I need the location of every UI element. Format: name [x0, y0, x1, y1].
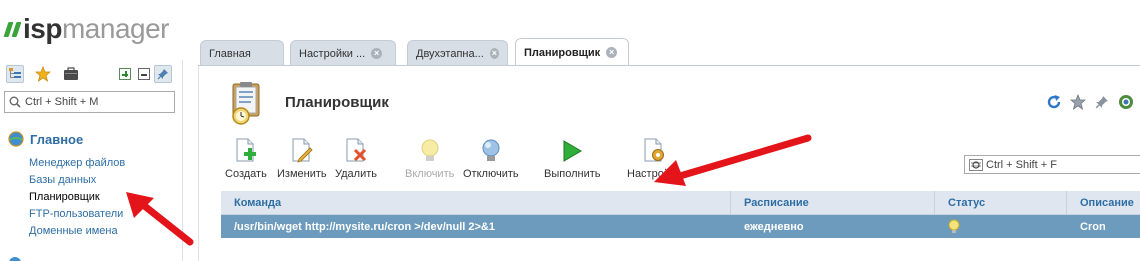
search-icon: [9, 96, 21, 108]
tab-label: Главная: [209, 47, 251, 60]
settings-button[interactable]: Настройки: [627, 138, 681, 180]
cell-command: /usr/bin/wget http://mysite.ru/cron >/de…: [234, 220, 495, 233]
filter-input[interactable]: [986, 158, 1136, 171]
nav-item-databases[interactable]: Базы данных: [29, 172, 125, 189]
nav-item-scheduler[interactable]: Планировщик: [29, 189, 125, 206]
tab-settings[interactable]: Настройки ... ×: [290, 40, 396, 66]
tree-view-icon[interactable]: [6, 65, 24, 83]
close-icon[interactable]: ×: [606, 47, 618, 58]
nav-list: Менеджер файлов Базы данных Планировщик …: [29, 155, 125, 240]
column-header-description[interactable]: Описание: [1067, 191, 1140, 214]
delete-icon: [343, 138, 369, 164]
play-icon: [559, 138, 585, 164]
column-header-status[interactable]: Статус: [935, 191, 1067, 214]
nav-group-label: Главное: [30, 131, 84, 147]
enable-button[interactable]: Включить: [405, 138, 454, 180]
sidebar-search[interactable]: [4, 91, 175, 113]
edit-icon: [289, 138, 315, 164]
disable-button[interactable]: Отключить: [463, 138, 519, 180]
tab-home[interactable]: Главная: [200, 40, 284, 66]
filter-search-icon: [969, 158, 983, 171]
lightbulb-on-icon: [417, 138, 443, 164]
briefcase-icon[interactable]: [62, 65, 80, 83]
edit-button[interactable]: Изменить: [277, 138, 327, 180]
enable-label: Включить: [405, 168, 455, 180]
table-row[interactable]: /usr/bin/wget http://mysite.ru/cron >/de…: [221, 215, 1140, 238]
cell-schedule: ежедневно: [744, 220, 804, 233]
edit-label: Изменить: [277, 168, 327, 180]
page-title: Планировщик: [285, 94, 389, 111]
sidebar: Главное Менеджер файлов Базы данных План…: [0, 60, 183, 261]
main-content: Планировщик Создать Изменить Удалить Вкл…: [198, 66, 1140, 261]
settings-gear-icon: [641, 138, 667, 164]
run-label: Выполнить: [544, 168, 601, 180]
refresh-icon[interactable]: [1046, 94, 1062, 110]
lightbulb-on-icon: [948, 219, 960, 233]
nav-item-ftp-users[interactable]: FTP-пользователи: [29, 206, 125, 223]
create-label: Создать: [225, 168, 267, 180]
scheduler-page-icon: [225, 80, 271, 126]
expand-all-icon[interactable]: [116, 65, 134, 83]
close-icon[interactable]: ×: [371, 48, 383, 59]
favorite-star-icon[interactable]: [1070, 94, 1086, 110]
run-button[interactable]: Выполнить: [544, 138, 600, 180]
column-header-schedule[interactable]: Расписание: [731, 191, 935, 214]
table-filter[interactable]: [964, 155, 1140, 174]
collapse-all-icon[interactable]: [135, 65, 153, 83]
logo-text-manager: manager: [61, 13, 170, 44]
tab-bar: Главная Настройки ... × Двухэтапна... × …: [198, 38, 1140, 66]
tab-two-factor[interactable]: Двухэтапна... ×: [407, 40, 508, 66]
column-header-command[interactable]: Команда: [221, 191, 731, 214]
lightbulb-off-icon: [478, 138, 504, 164]
tab-label: Двухэтапна...: [416, 47, 484, 60]
table-header: Команда Расписание Статус Описание: [221, 191, 1140, 215]
help-globe-icon[interactable]: [1118, 94, 1134, 110]
pin-icon[interactable]: [1094, 94, 1110, 110]
cell-status: [935, 215, 1067, 238]
tab-label: Настройки ...: [299, 47, 366, 60]
delete-button[interactable]: Удалить: [335, 138, 377, 180]
nav-item-domains[interactable]: Доменные имена: [29, 223, 125, 240]
app-logo: ispmanager: [3, 13, 170, 44]
close-icon[interactable]: ×: [489, 48, 499, 59]
disable-label: Отключить: [463, 168, 519, 180]
delete-label: Удалить: [335, 168, 377, 180]
tab-scheduler[interactable]: Планировщик ×: [515, 38, 629, 66]
scheduler-table: Команда Расписание Статус Описание /usr/…: [221, 191, 1140, 238]
create-icon: [233, 138, 259, 164]
favorites-star-icon[interactable]: [34, 65, 52, 83]
tab-label: Планировщик: [524, 46, 601, 59]
settings-label: Настройки: [627, 168, 681, 180]
nav-item-file-manager[interactable]: Менеджер файлов: [29, 155, 125, 172]
sidebar-toolbar: [6, 63, 176, 85]
sidebar-search-input[interactable]: [25, 96, 165, 108]
next-group-icon[interactable]: [8, 256, 22, 261]
nav-group-main[interactable]: Главное: [8, 131, 83, 147]
main-section-icon: [8, 131, 24, 147]
pin-icon[interactable]: [154, 65, 172, 83]
page-actions: [1046, 94, 1134, 110]
logo-text-isp: isp: [23, 13, 62, 44]
logo-mark-icon: [3, 21, 22, 37]
cell-description: Cron: [1080, 220, 1106, 233]
create-button[interactable]: Создать: [225, 138, 267, 180]
